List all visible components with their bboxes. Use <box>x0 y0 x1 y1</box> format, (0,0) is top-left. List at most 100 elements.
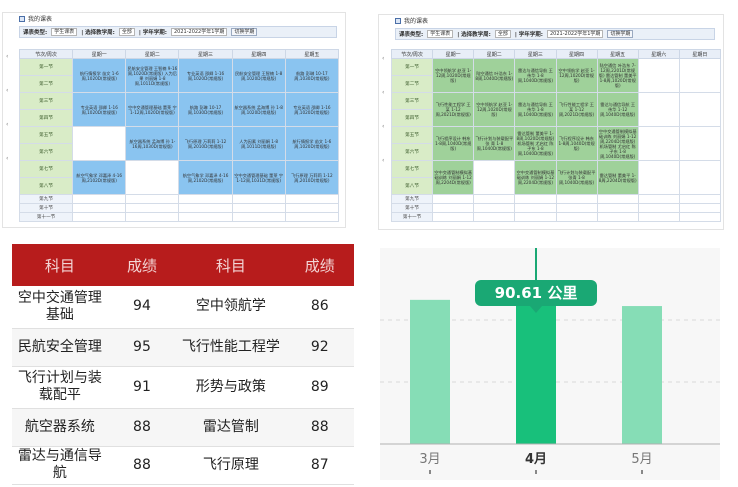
period-cell: 第十一节 <box>390 212 434 222</box>
course-cell[interactable]: 人为因素 刘丽娟 1-8周,1011D(常规版) <box>231 126 286 161</box>
chevron-left-icon[interactable]: ‹ <box>6 87 8 94</box>
empty-cell <box>637 92 680 127</box>
course-cell[interactable]: 空中交通管制模拟基础训练 刘丽娟 1-12周,2204D(常规版) <box>514 160 557 195</box>
chevron-left-icon[interactable]: ‹ <box>6 121 8 128</box>
course-cell[interactable]: 飞行计划与装载配平 张青 1-8周,1040D(常规版) <box>555 160 598 195</box>
chevron-left-icon[interactable]: ‹ <box>6 53 8 60</box>
course-cell[interactable]: 民航安全管理 王智楠 9-16周,1020D(常规版) 入为后果 刘丽娟 1-8… <box>125 58 180 93</box>
table-row: 第九节 <box>18 194 340 204</box>
empty-cell <box>178 194 233 204</box>
empty-cell <box>178 203 233 213</box>
course-cell[interactable]: 飞行原理 万莉莉 1-12周,2010D(常规版) <box>178 126 233 161</box>
course-cell[interactable]: 空中交通管制模拟基础训练 刘丽娟 1-12周,2204D(常规版) 机场管制 尤… <box>596 126 639 161</box>
period-cell: 第二节 <box>390 75 434 93</box>
course-cell[interactable]: 雷达与通信导航 王伟华 1-12周,1040D(常规版) <box>596 92 639 127</box>
empty-cell <box>514 203 557 213</box>
course-cell[interactable]: 空中交通管理基础 董莱 宁 1-12周,1031D(常规版) <box>231 160 286 195</box>
x-tick-mark <box>641 470 643 474</box>
subject-cell: 雷达与通信导航 <box>12 446 108 485</box>
type-select[interactable]: 学生课表 <box>427 30 454 38</box>
empty-cell <box>284 203 340 213</box>
table-row: 第十节 <box>18 203 340 213</box>
period-cell: 第四节 <box>390 109 434 127</box>
switch-term-button[interactable]: 切换学期 <box>607 30 634 38</box>
empty-cell <box>231 212 286 222</box>
course-cell[interactable]: 空中领航学 赵亚 1-12周,1020D(常规版) <box>432 58 475 93</box>
grade-header-row: 科目 成绩 科目 成绩 <box>12 244 354 286</box>
course-cell[interactable]: 航行情报学 苗文 1-6周,1020D(常规版) <box>284 126 340 161</box>
course-cell[interactable]: 航路 彭琳 10-17周,1030D(常规版) <box>284 58 340 93</box>
course-cell[interactable]: 专业英语 邵卿 1-16周,1020D(常规版) <box>284 92 340 127</box>
course-cell[interactable]: 航空气象学 邓嘉泽 4-16周,2102D(常规版) <box>72 160 127 195</box>
chevron-left-icon[interactable]: ‹ <box>382 157 384 164</box>
weekday-header: 星期四 <box>555 49 598 59</box>
switch-term-button[interactable]: 切换学期 <box>231 28 258 36</box>
table-row: 第三节 专业英语 邵卿 1-16周,1020D(常规版) 空中交通管理基础 董莱 宁… <box>18 92 340 127</box>
empty-cell <box>72 203 127 213</box>
week-select[interactable]: 全部 <box>494 30 511 38</box>
course-cell[interactable]: 雷达管制 董美平 1-8周,2204D(常规版) <box>596 160 639 195</box>
course-cell[interactable]: 飞行计划与装载配平 张 青 1-8周,1040D(常规版) <box>473 126 516 161</box>
course-cell[interactable]: 专业英语 邵卿 1-16周,1020D(常规版) <box>72 92 127 127</box>
course-cell[interactable]: 航空气象学 邓嘉泽 4-16周,2102D(常规版) <box>178 160 233 195</box>
course-cell[interactable]: 航空器系统 孟海博 孙 1-16周,1030D(常规版) <box>125 126 180 161</box>
empty-cell <box>637 58 680 93</box>
period-cell: 第三节 <box>18 92 74 110</box>
empty-cell <box>72 212 127 222</box>
tooltip-text: 90.61 公里 <box>495 284 578 302</box>
empty-cell <box>284 194 340 204</box>
course-cell[interactable]: 雷达与通信导航 王伟华 1-8周,1040D(常规版) <box>514 92 557 127</box>
empty-cell <box>637 126 680 161</box>
empty-cell <box>473 203 516 213</box>
week-select[interactable]: 全部 <box>118 28 135 36</box>
course-cell[interactable]: 飞行性能工程学 王某 1-12周,2021D(常规版) <box>432 92 475 127</box>
course-cell[interactable]: 空中交通管理基础 董莱 宁 1-12周,1020D(常规版) <box>125 92 180 127</box>
subject-cell: 形势与政策 <box>176 366 286 409</box>
course-cell[interactable]: 航路 彭琳 10-17周,1030D(常规版) <box>178 92 233 127</box>
empty-cell <box>637 212 680 222</box>
x-tick-mark <box>535 470 537 474</box>
weekday-header: 星期一 <box>72 49 127 59</box>
type-select[interactable]: 学生课表 <box>51 28 78 36</box>
course-cell[interactable]: 空中领航学 赵亚 1-12周,1020D(常规版) <box>473 92 516 127</box>
course-cell[interactable]: 陆空通信 叶浩东 1-8周,1040D(常规版) <box>473 58 516 93</box>
table-icon <box>19 15 25 22</box>
course-cell[interactable]: 空中交通管制模拟基础训练 刘丽娟 1-12周,2204D(常规版) <box>432 160 475 195</box>
course-cell[interactable]: 雷达与通信导航 王伟华 1-8周,1040D(常规版) <box>514 58 557 93</box>
course-cell[interactable]: 民航安全管理 王智楠 1-8周,1020D(常规版) <box>231 58 286 93</box>
subject-cell: 航空器系统 <box>12 408 108 447</box>
type-label: 课表类型: <box>399 32 424 38</box>
table-row: 航空器系统 88 雷达管制 88 <box>12 408 354 447</box>
course-cell[interactable]: 雷达管制 董美平 1-8周,1020D(常规版) 机场管制 尤启红 陈子东 1-… <box>514 126 557 161</box>
chevron-left-icon[interactable]: ‹ <box>382 89 384 96</box>
subject-cell: 飞行性能工程学 <box>176 328 286 367</box>
table-row: 第七节 空中交通管制模拟基础训练 刘丽娟 1-12周,2204D(常规版) 空中交通… <box>390 160 722 195</box>
chevron-left-icon[interactable]: ‹ <box>382 55 384 62</box>
course-cell[interactable]: 飞行性能工程学 王某 1-12周,2021D(常规版) <box>555 92 598 127</box>
course-cell[interactable]: 空中领航学 赵亚 1-12周,1020D(常规版) <box>555 58 598 93</box>
term-input[interactable]: 2021-2022学年1学期 <box>546 30 604 38</box>
course-cell[interactable]: 飞行程序设计 韩东 1-8周,1040D(常规版) <box>555 126 598 161</box>
empty-cell <box>72 126 127 161</box>
period-cell: 第五节 <box>390 126 434 144</box>
course-cell[interactable]: 专业英语 邵卿 1-16周,1020D(常规版) <box>178 58 233 93</box>
term-input[interactable]: 2021-2022学年1学期 <box>170 28 228 36</box>
course-cell[interactable]: 航空器系统 孟海博 孙 1-8周,1020D(常规版) <box>231 92 286 127</box>
course-cell[interactable]: 飞行原理 万莉莉 1-12周,2010D(常规版) <box>284 160 340 195</box>
empty-cell <box>678 58 722 93</box>
chevron-left-icon[interactable]: ‹ <box>382 123 384 130</box>
chevron-left-icon[interactable]: ‹ <box>6 155 8 162</box>
empty-cell <box>231 203 286 213</box>
empty-cell <box>555 212 598 222</box>
timetable-title: 我的课表 <box>404 18 429 25</box>
course-cell[interactable]: 陆空通信 叶浩东 7-12周,2201D(常规版) 雷达管制 董美平 1-8周,… <box>596 58 639 93</box>
empty-cell <box>678 160 722 195</box>
course-cell[interactable]: 航行情报学 苗文 1-6周,1020D(常规版) <box>72 58 127 93</box>
empty-cell <box>514 194 557 204</box>
score-cell: 94 <box>107 286 177 329</box>
score-header: 成绩 <box>285 244 354 286</box>
table-row: 第十节 <box>390 203 722 213</box>
course-cell[interactable]: 飞行程序设计 韩东 1-8周,1040D(常规版) <box>432 126 475 161</box>
weekday-header: 星期二 <box>125 49 180 59</box>
period-header: 节次/周次 <box>18 49 74 59</box>
